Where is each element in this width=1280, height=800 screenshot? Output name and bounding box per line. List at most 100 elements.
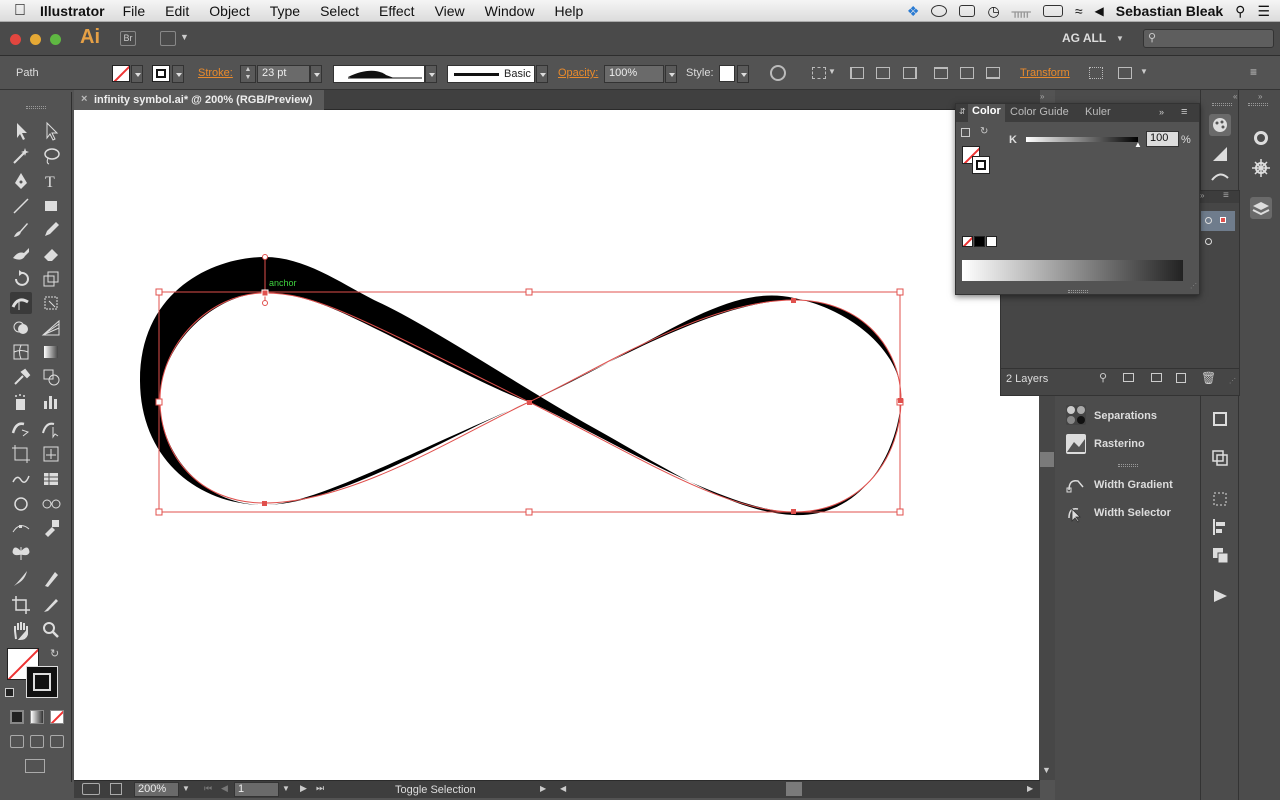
create-layer-icon[interactable] (1176, 373, 1186, 383)
document-tab[interactable]: × infinity symbol.ai* @ 200% (RGB/Previe… (74, 90, 324, 110)
lasso-tool-icon[interactable] (40, 145, 62, 167)
dropbox-icon[interactable]: ❖ (907, 3, 920, 20)
tools-panel-grip[interactable] (26, 106, 46, 109)
artboard-canvas[interactable]: anchor (74, 110, 1039, 780)
column-graph-tool-icon[interactable] (40, 391, 62, 413)
vertical-scroll-thumb[interactable] (1040, 452, 1054, 467)
menu-select[interactable]: Select (320, 3, 359, 19)
color-mode-icon[interactable] (10, 710, 24, 724)
recolor-artwork-icon[interactable] (770, 65, 786, 81)
tab-color-guide[interactable]: Color Guide (1010, 106, 1069, 118)
layers-resize-grip-icon[interactable]: ⋰ (1229, 377, 1236, 385)
stroke-weight-stepper[interactable]: ▲ ▼ (240, 65, 256, 83)
menu-object[interactable]: Object (209, 3, 249, 19)
blend-tool-icon[interactable] (40, 366, 62, 388)
width-handle-bottom[interactable] (262, 300, 268, 306)
stroke-panel-icon[interactable] (1209, 408, 1231, 430)
graphic-style-dropdown[interactable] (737, 65, 749, 83)
zoom-level-input[interactable]: 200% (134, 782, 179, 797)
stroke-label[interactable]: Stroke: (198, 67, 233, 79)
pencil-tool-icon[interactable] (40, 219, 62, 241)
opacity-label[interactable]: Opacity: (558, 67, 598, 79)
align-to-dropdown-icon[interactable]: ▼ (828, 67, 836, 76)
swap-colors-icon[interactable]: ↻ (50, 647, 59, 660)
gradient-tool-icon[interactable] (40, 341, 62, 363)
layer-target-icon[interactable] (1205, 217, 1212, 224)
butterfly-plugin-icon[interactable] (10, 542, 32, 564)
battery-icon[interactable] (1042, 5, 1063, 17)
arrange-dropdown-icon[interactable]: ▼ (180, 32, 189, 42)
k-channel-slider[interactable] (1026, 137, 1138, 142)
layer-2-target-icon[interactable] (1205, 238, 1212, 245)
artboard-tool-icon[interactable] (10, 443, 32, 465)
bbox-handle-middle-left[interactable] (155, 398, 163, 406)
delete-layer-icon[interactable]: 🗑 (1201, 371, 1216, 385)
transform-options-dropdown-icon[interactable]: ▼ (1140, 67, 1148, 76)
align-left-icon[interactable] (850, 67, 864, 79)
pathfinder-panel-icon[interactable] (1209, 544, 1231, 566)
perspective-grid-tool-icon[interactable] (40, 317, 62, 339)
menu-extra-icon[interactable] (959, 5, 976, 17)
status-settings-icon[interactable] (82, 783, 100, 795)
color-panel-expand-icon[interactable]: » (1159, 107, 1164, 117)
plugin-width-selector[interactable]: Width Selector (1094, 507, 1171, 519)
bbox-handle-top-right[interactable] (896, 288, 904, 296)
line-segment-tool-icon[interactable] (10, 195, 32, 217)
layer-row-2[interactable] (1201, 233, 1235, 253)
plugin-rasterino[interactable]: Rasterino (1094, 438, 1145, 450)
locate-object-icon[interactable]: ⚲ (1099, 371, 1107, 384)
pen-curvature-tool-icon[interactable] (40, 568, 62, 590)
anchor-point-bottom-left[interactable] (262, 501, 267, 506)
stroke-weight-dropdown[interactable] (310, 65, 322, 83)
eraser-tool-icon[interactable] (40, 243, 62, 265)
none-swatch[interactable] (962, 236, 973, 247)
dock-column-2-grip[interactable] (1248, 103, 1268, 106)
scroll-right-arrow-icon[interactable]: ▶ (1027, 784, 1033, 793)
menu-file[interactable]: File (123, 3, 146, 19)
width-tool-icon[interactable] (10, 292, 32, 314)
shape-builder-tool-icon[interactable] (10, 317, 32, 339)
make-clipping-mask-icon[interactable] (1123, 373, 1134, 382)
crop-tool-icon[interactable] (10, 594, 32, 616)
user-name[interactable]: Sebastian Bleak (1116, 3, 1223, 19)
brush-dropdown[interactable] (536, 65, 548, 83)
chart-table-tool-icon[interactable] (40, 468, 62, 490)
anchor-point-selected[interactable] (261, 289, 269, 297)
arrange-documents-button[interactable] (160, 31, 176, 46)
width-gradient-tool-icon[interactable] (10, 417, 32, 439)
plugins-section-grip[interactable] (1118, 464, 1138, 467)
horizontal-scroll-thumb[interactable] (786, 782, 802, 796)
stroke-dropdown[interactable] (172, 65, 184, 83)
align-center-horizontal-icon[interactable] (876, 67, 890, 79)
bbox-handle-top-center[interactable] (525, 288, 533, 296)
width-selector-tool-icon[interactable] (40, 417, 62, 439)
free-transform-tool-icon[interactable] (40, 292, 62, 314)
hand-tool-icon[interactable] (10, 619, 32, 641)
swap-fill-stroke-icon[interactable]: ↻ (980, 126, 988, 137)
bbox-handle-bottom-center[interactable] (525, 508, 533, 516)
dock-column-grip[interactable] (1212, 103, 1232, 106)
bbox-handle-top-left[interactable] (155, 288, 163, 296)
status-text[interactable]: Toggle Selection (395, 784, 476, 796)
opacity-dropdown[interactable] (665, 65, 677, 83)
variable-width-profile[interactable] (333, 65, 425, 83)
previous-artboard-icon[interactable]: ◀ (221, 783, 228, 794)
eyedropper-tool-icon[interactable] (10, 366, 32, 388)
layers-panel-menu-icon[interactable]: ≡ (1223, 190, 1229, 201)
align-panel-icon[interactable] (1209, 516, 1231, 538)
plugin-separations[interactable]: Separations (1094, 410, 1157, 422)
mesh-tool-icon[interactable] (10, 341, 32, 363)
menu-edit[interactable]: Edit (165, 3, 189, 19)
anchor-point-center[interactable] (527, 400, 532, 405)
transform-link[interactable]: Transform (1020, 67, 1070, 79)
rectangle-tool-icon[interactable] (40, 195, 62, 217)
creative-cloud-icon[interactable] (931, 5, 948, 17)
close-window-button[interactable] (10, 34, 21, 45)
default-fill-stroke-icon[interactable] (961, 128, 970, 137)
menu-window[interactable]: Window (485, 3, 535, 19)
symbols-panel-icon[interactable] (1250, 157, 1272, 179)
stroke-weight-input[interactable]: 23 pt (257, 65, 310, 83)
bbox-handle-bottom-left[interactable] (155, 508, 163, 516)
menu-type[interactable]: Type (270, 3, 300, 19)
menu-view[interactable]: View (435, 3, 465, 19)
